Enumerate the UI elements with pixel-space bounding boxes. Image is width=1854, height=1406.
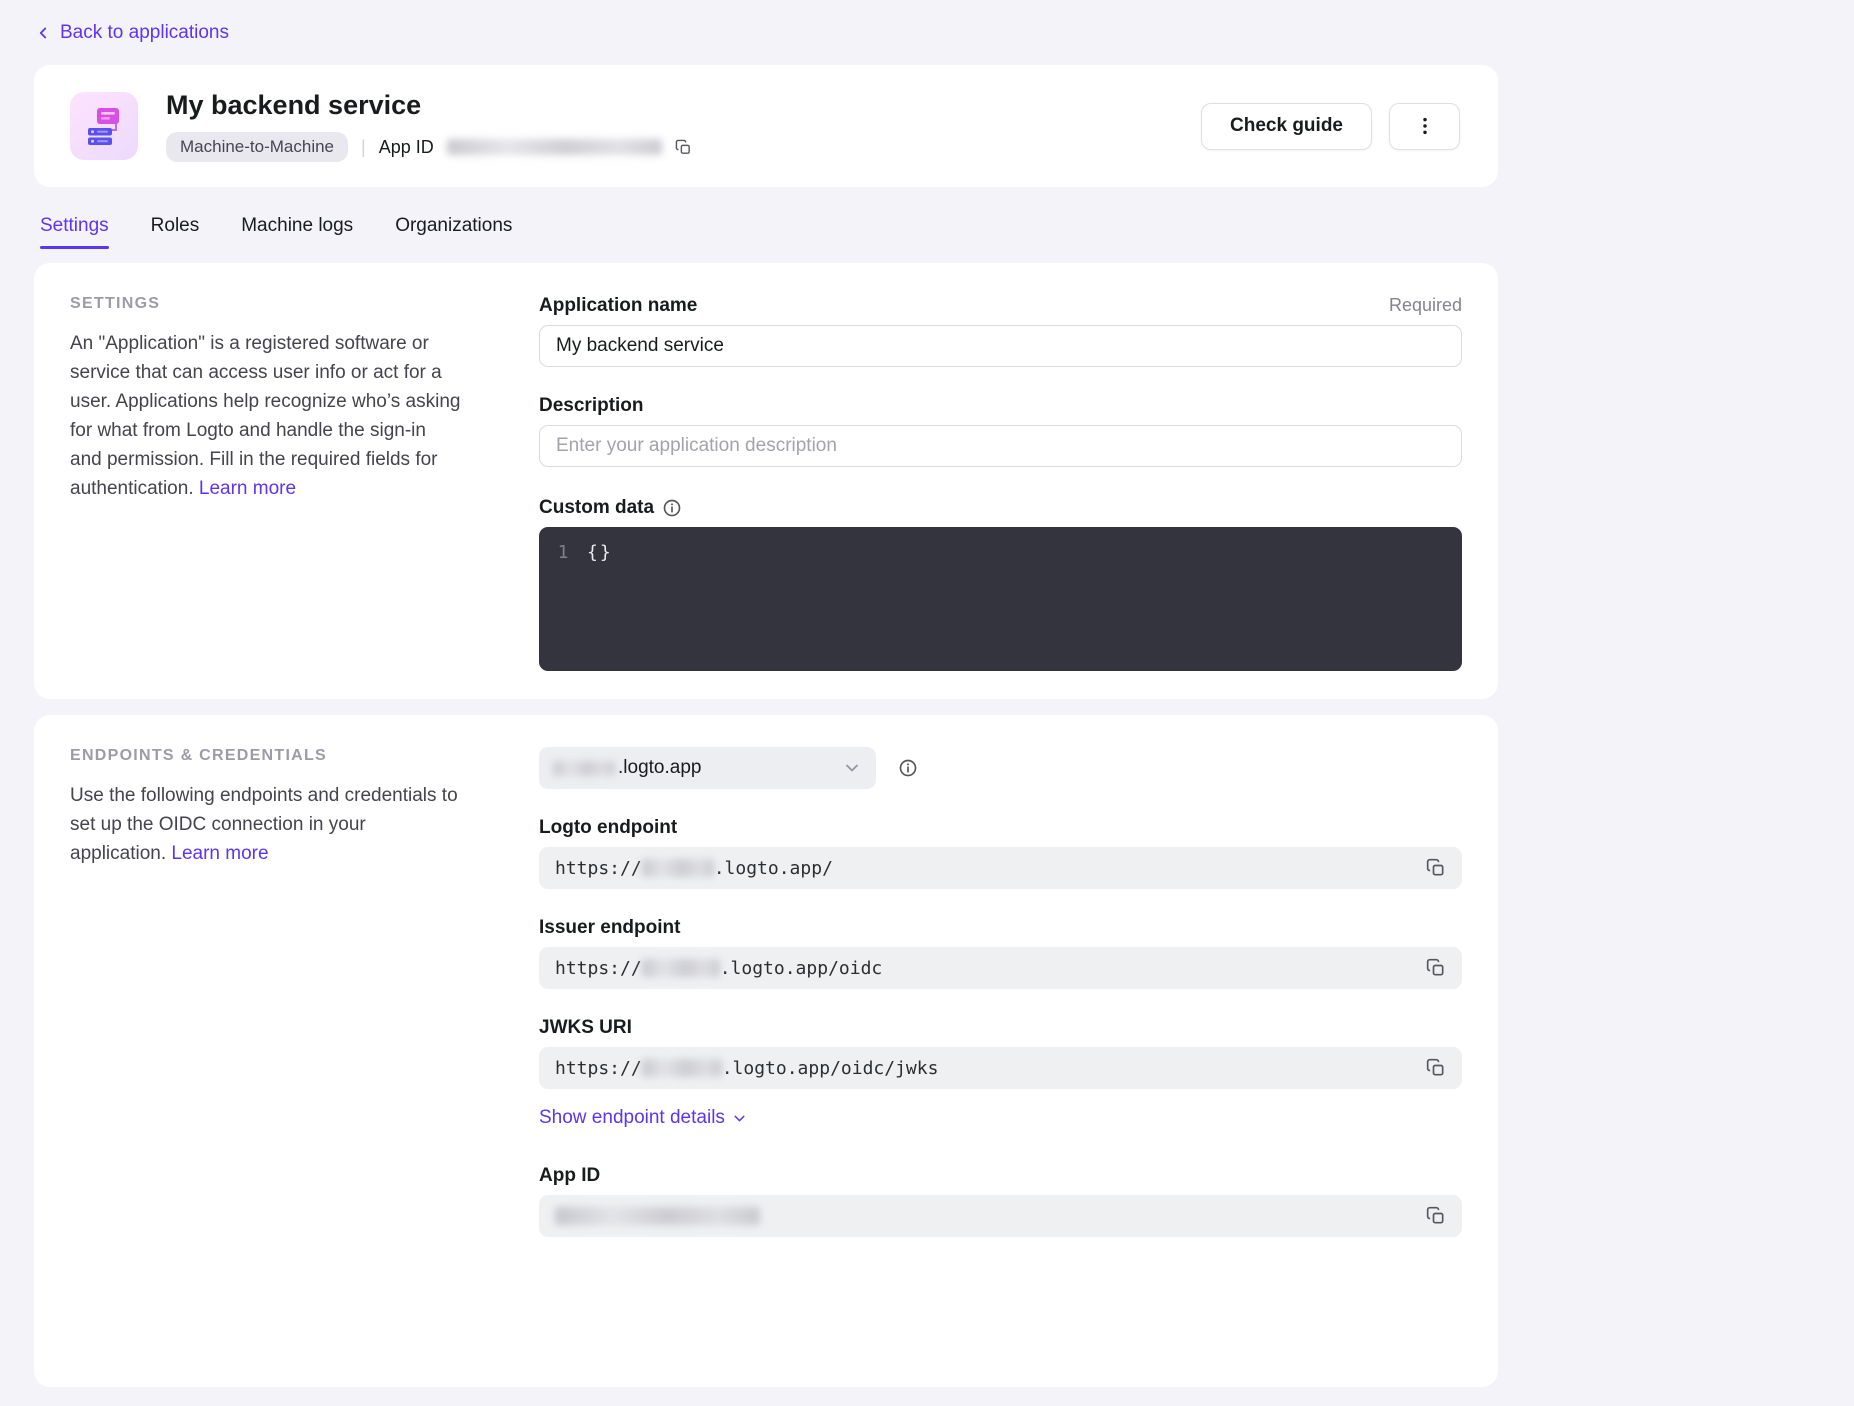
endpoint-suffix: .logto.app/oidc/jwks (722, 1058, 939, 1079)
issuer-endpoint-field: https:// .logto.app/oidc (539, 947, 1462, 989)
chevron-down-icon (842, 758, 862, 778)
settings-card: SETTINGS An "Application" is a registere… (34, 263, 1498, 699)
app-id-redacted-value (555, 1207, 760, 1225)
domain-select[interactable]: .logto.app (539, 747, 876, 789)
app-id-label: App ID (379, 137, 434, 158)
application-name-input[interactable] (539, 325, 1462, 367)
app-id-field (539, 1195, 1462, 1237)
app-id-redacted-value (447, 139, 662, 155)
copy-logto-endpoint-icon[interactable] (1426, 858, 1446, 878)
description-label: Description (539, 395, 644, 417)
application-name-label: Application name (539, 295, 697, 317)
line-number: 1 (539, 542, 587, 563)
endpoints-section-heading: ENDPOINTS & CREDENTIALS (70, 747, 462, 765)
tab-bar: Settings Roles Machine logs Organization… (34, 209, 1498, 249)
settings-section-heading: SETTINGS (70, 295, 462, 313)
endpoints-card-left: ENDPOINTS & CREDENTIALS Use the followin… (70, 747, 462, 1237)
endpoint-suffix: .logto.app/ (714, 858, 833, 879)
app-title: My backend service (166, 90, 692, 121)
app-id-field-label: App ID (539, 1165, 600, 1187)
settings-section-description: An "Application" is a registered softwar… (70, 329, 462, 503)
endpoint-redacted-segment (642, 1059, 722, 1077)
code-line: 1 {} (539, 542, 1462, 563)
custom-data-info-icon[interactable] (662, 498, 682, 518)
domain-info-icon[interactable] (898, 758, 918, 778)
copy-issuer-endpoint-icon[interactable] (1426, 958, 1446, 978)
kebab-menu-icon (1414, 115, 1436, 137)
domain-redacted-prefix (553, 761, 615, 776)
custom-data-label-text: Custom data (539, 497, 654, 519)
endpoint-prefix: https:// (555, 1058, 642, 1079)
settings-learn-more-link[interactable]: Learn more (199, 478, 296, 499)
endpoints-section-description: Use the following endpoints and credenti… (70, 781, 462, 868)
show-endpoint-details-label: Show endpoint details (539, 1107, 725, 1129)
tab-roles[interactable]: Roles (151, 209, 200, 249)
settings-card-right: Application name Required Description Cu… (539, 295, 1462, 671)
meta-divider: | (361, 137, 366, 158)
issuer-endpoint-label: Issuer endpoint (539, 917, 680, 939)
app-type-badge: Machine-to-Machine (166, 132, 348, 162)
jwks-uri-field: https:// .logto.app/oidc/jwks (539, 1047, 1462, 1089)
required-hint: Required (1389, 295, 1462, 316)
show-endpoint-details-link[interactable]: Show endpoint details (539, 1107, 748, 1129)
tab-settings[interactable]: Settings (40, 209, 109, 249)
endpoint-prefix: https:// (555, 858, 642, 879)
copy-app-id-icon[interactable] (675, 139, 692, 156)
check-guide-button[interactable]: Check guide (1201, 103, 1372, 150)
app-meta-row: Machine-to-Machine | App ID (166, 132, 692, 162)
settings-card-left: SETTINGS An "Application" is a registere… (70, 295, 462, 671)
more-actions-button[interactable] (1389, 103, 1460, 150)
tab-machine-logs[interactable]: Machine logs (241, 209, 353, 249)
back-link-label: Back to applications (60, 22, 229, 44)
endpoints-credentials-card: ENDPOINTS & CREDENTIALS Use the followin… (34, 715, 1498, 1387)
header-actions: Check guide (1201, 103, 1460, 150)
back-to-applications-link[interactable]: Back to applications (34, 22, 229, 44)
tab-organizations[interactable]: Organizations (395, 209, 512, 249)
custom-data-label: Custom data (539, 497, 682, 519)
endpoint-prefix: https:// (555, 958, 642, 979)
app-header-info: My backend service Machine-to-Machine | … (166, 90, 692, 162)
copy-app-id-field-icon[interactable] (1426, 1206, 1446, 1226)
application-details-page: Back to applications My backend (0, 0, 1854, 1406)
domain-select-row: .logto.app (539, 747, 1462, 789)
custom-data-code-editor[interactable]: 1 {} (539, 527, 1462, 671)
app-logo-icon (70, 92, 138, 160)
jwks-uri-label: JWKS URI (539, 1017, 632, 1039)
logto-endpoint-label: Logto endpoint (539, 817, 677, 839)
description-input[interactable] (539, 425, 1462, 467)
endpoint-redacted-segment (642, 959, 720, 977)
domain-suffix: .logto.app (618, 757, 701, 779)
chevron-left-icon (34, 24, 52, 42)
settings-description-text: An "Application" is a registered softwar… (70, 333, 460, 499)
endpoint-redacted-segment (642, 859, 714, 877)
endpoints-card-right: .logto.app Logto endpoint https:// .logto… (539, 747, 1462, 1237)
endpoint-suffix: .logto.app/oidc (720, 958, 883, 979)
chevron-down-icon (731, 1110, 748, 1127)
app-header-card: My backend service Machine-to-Machine | … (34, 65, 1498, 187)
copy-jwks-uri-icon[interactable] (1426, 1058, 1446, 1078)
code-content: {} (587, 542, 613, 563)
endpoints-learn-more-link[interactable]: Learn more (171, 843, 268, 864)
logto-endpoint-field: https:// .logto.app/ (539, 847, 1462, 889)
